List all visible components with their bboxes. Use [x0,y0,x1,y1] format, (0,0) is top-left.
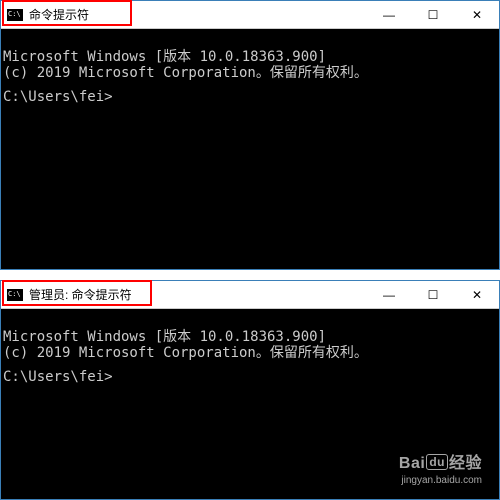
title-left: 命令提示符 [1,1,89,28]
copyright-line: (c) 2019 Microsoft Corporation。保留所有权利。 [3,345,368,361]
version-line: Microsoft Windows [版本 10.0.18363.900] [3,49,326,65]
titlebar[interactable]: 命令提示符 — ☐ ✕ [1,1,499,29]
minimize-button[interactable]: — [367,1,411,28]
prompt: C:\Users\fei> [3,89,113,105]
window-controls: — ☐ ✕ [367,1,499,28]
cmd-window-normal: 命令提示符 — ☐ ✕ Microsoft Windows [版本 10.0.1… [0,0,500,270]
copyright-line: (c) 2019 Microsoft Corporation。保留所有权利。 [3,65,368,81]
maximize-button[interactable]: ☐ [411,1,455,28]
cmd-icon [7,9,23,21]
watermark-text: 经验 [449,455,482,472]
titlebar[interactable]: 管理员: 命令提示符 — ☐ ✕ [1,281,499,309]
window-controls: — ☐ ✕ [367,281,499,308]
window-title: 命令提示符 [29,6,89,23]
minimize-button[interactable]: — [367,281,411,308]
close-button[interactable]: ✕ [455,281,499,308]
terminal-output[interactable]: Microsoft Windows [版本 10.0.18363.900] (c… [1,309,499,421]
watermark-url: jingyan.baidu.com [399,475,482,486]
watermark: Baidu经验 jingyan.baidu.com [399,449,482,486]
watermark-text: Bai [399,455,425,472]
prompt: C:\Users\fei> [3,369,113,385]
watermark-brand: Baidu经验 [399,449,482,473]
window-title: 管理员: 命令提示符 [29,286,132,303]
maximize-button[interactable]: ☐ [411,281,455,308]
watermark-text: du [426,454,448,470]
close-button[interactable]: ✕ [455,1,499,28]
title-left: 管理员: 命令提示符 [1,281,132,308]
version-line: Microsoft Windows [版本 10.0.18363.900] [3,329,326,345]
cmd-icon [7,289,23,301]
terminal-output[interactable]: Microsoft Windows [版本 10.0.18363.900] (c… [1,29,499,141]
